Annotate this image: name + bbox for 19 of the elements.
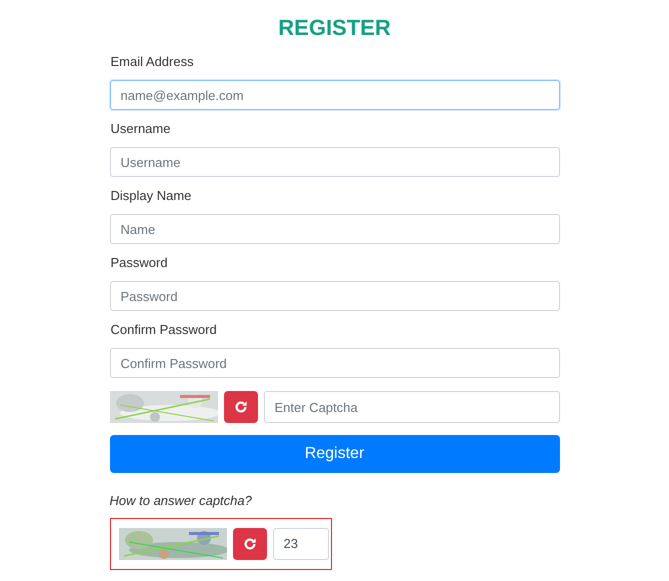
answer-field: 23 [272,528,328,560]
refresh-button[interactable] [224,391,258,423]
captcha-field[interactable]: Enter Captcha [264,391,560,423]
input-field[interactable]: Password [110,281,560,311]
page-title: REGISTER [277,14,392,42]
refresh-button[interactable] [232,528,266,560]
field-label: Password [110,255,169,271]
input-field[interactable]: Name [110,214,560,244]
field-label: Username [110,121,172,137]
field-label: Display Name [110,188,192,204]
input-field[interactable]: Username [110,147,560,177]
input-field[interactable]: name@example.com [110,80,560,110]
refresh-icon [234,400,248,414]
help-text: How to answer captcha? [110,493,253,509]
field-label: Email Address [110,54,195,70]
refresh-icon [242,537,256,551]
input-field[interactable]: Confirm Password [110,348,560,378]
register-button[interactable]: Register [110,435,560,473]
field-label: Confirm Password [110,322,218,338]
